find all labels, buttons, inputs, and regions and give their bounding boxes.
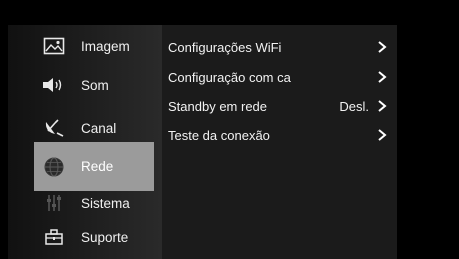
chevron-right-icon <box>378 41 387 53</box>
network-settings-list: Configurações WiFi Configuração com ca S… <box>162 25 397 259</box>
setting-row-connection-test[interactable]: Teste da conexão <box>162 124 397 146</box>
sidebar-item-label: Rede <box>81 159 114 174</box>
setting-label: Standby em rede <box>168 98 268 114</box>
chevron-right-icon <box>378 129 387 141</box>
speaker-icon <box>42 74 66 96</box>
globe-icon <box>42 156 66 178</box>
sidebar-item-label: Imagem <box>81 38 130 54</box>
setting-row-cable[interactable]: Configuração com ca <box>162 66 397 88</box>
category-sidebar: Imagem Som Canal Rede Sistema Suporte <box>8 25 162 259</box>
sidebar-item-rede[interactable]: Rede <box>34 142 154 191</box>
sidebar-item-suporte[interactable]: Suporte <box>8 219 162 255</box>
picture-icon <box>42 35 66 57</box>
setting-label: Configuração com ca <box>168 69 291 85</box>
toolbox-icon <box>42 226 66 248</box>
setting-label: Configurações WiFi <box>168 39 282 55</box>
sidebar-item-label: Som <box>81 77 109 93</box>
setting-label: Teste da conexão <box>168 127 270 143</box>
setting-row-wifi[interactable]: Configurações WiFi <box>162 36 397 58</box>
sidebar-item-label: Suporte <box>81 229 129 245</box>
sidebar-item-som[interactable]: Som <box>8 67 162 103</box>
sidebar-item-label: Canal <box>81 120 117 136</box>
chevron-right-icon <box>378 100 387 112</box>
setting-row-standby[interactable]: Standby em rede Desl. <box>162 95 397 117</box>
sidebar-item-label: Sistema <box>81 195 130 211</box>
chevron-right-icon <box>378 71 387 83</box>
sidebar-item-sistema[interactable]: Sistema <box>8 185 162 221</box>
setting-value: Desl. <box>339 98 369 114</box>
tv-screen: Imagem Som Canal Rede Sistema Suporte Co… <box>0 0 459 259</box>
satellite-dish-icon <box>42 117 66 139</box>
sidebar-item-imagem[interactable]: Imagem <box>8 28 162 64</box>
sidebar-item-canal[interactable]: Canal <box>8 110 162 146</box>
settings-panel: Imagem Som Canal Rede Sistema Suporte Co… <box>8 25 397 259</box>
equalizer-icon <box>42 192 66 214</box>
